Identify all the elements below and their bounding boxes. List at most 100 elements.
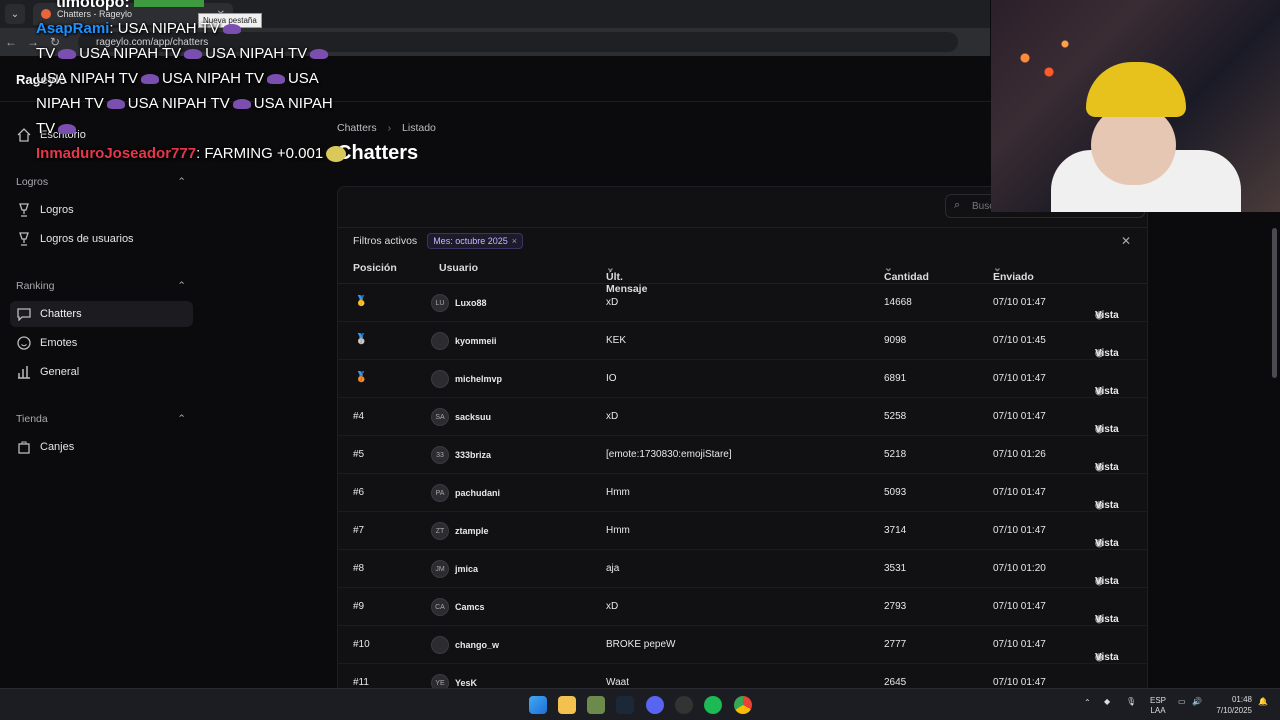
monitor-icon[interactable]: ▭ xyxy=(1178,697,1186,706)
row-quantity: 5258 xyxy=(884,411,907,422)
language-indicator[interactable]: ESP LAA xyxy=(1150,696,1166,716)
row-username[interactable]: ztample xyxy=(455,526,489,536)
clear-filters-icon[interactable]: ✕ xyxy=(1121,234,1131,248)
chat-line: AsapRami: USA NIPAH TV xyxy=(36,16,356,41)
microphone-icon[interactable]: 🎙 xyxy=(1126,697,1136,706)
view-label: Vista xyxy=(1095,348,1119,359)
sidebar-item-canjes[interactable]: Canjes xyxy=(10,434,193,460)
filter-chip-label: Mes: octubre 2025 xyxy=(433,235,508,246)
col-sent[interactable]: Enviado ⌄ xyxy=(993,262,1034,283)
table-row[interactable]: #6 PA pachudani Hmm 5093 07/10 01:47 ◉ Vista xyxy=(338,474,1147,512)
chat-emote xyxy=(133,0,204,7)
chat-username: AsapRami xyxy=(36,20,110,37)
row-username[interactable]: YesK xyxy=(455,678,477,688)
row-username[interactable]: Camcs xyxy=(455,602,485,612)
section-tienda[interactable]: Tienda ⌃ xyxy=(16,413,186,425)
chat-text: USA NIPAH TV xyxy=(127,95,230,112)
minecraft-icon[interactable] xyxy=(587,696,605,714)
clock[interactable]: 01:48 7/10/2025 xyxy=(1212,694,1252,716)
notifications-icon[interactable]: 🔔 xyxy=(1258,697,1268,706)
keyboard-layout: LAA xyxy=(1150,706,1166,715)
windows-start-icon[interactable] xyxy=(529,696,547,714)
avatar: 33 xyxy=(431,446,449,464)
row-quantity: 3714 xyxy=(884,525,907,536)
row-username[interactable]: jmica xyxy=(455,564,478,574)
row-username[interactable]: kyommeii xyxy=(455,336,497,346)
col-quantity[interactable]: Cantidad ⌄ xyxy=(884,262,929,283)
window-lights xyxy=(1001,30,1081,100)
file-explorer-icon[interactable] xyxy=(558,696,576,714)
table-row[interactable]: 🥈 kyommeii KEK 9098 07/10 01:45 ◉ Vista xyxy=(338,322,1147,360)
col-position[interactable]: Posición xyxy=(353,262,397,274)
chat-emote xyxy=(106,99,125,110)
chat-username: timotopo: xyxy=(56,0,130,11)
row-username[interactable]: 333briza xyxy=(455,450,491,460)
chrome-icon[interactable] xyxy=(734,696,752,714)
avatar xyxy=(431,332,449,350)
sidebar-item-general[interactable]: General xyxy=(10,359,193,385)
row-position: #8 xyxy=(353,563,365,574)
tab-search-button[interactable]: ⌄ xyxy=(5,4,25,24)
steam-icon[interactable] xyxy=(616,696,634,714)
row-username[interactable]: Luxo88 xyxy=(455,298,487,308)
obs-icon[interactable] xyxy=(675,696,693,714)
col-last-message[interactable]: Últ. Mensaje ⌄ xyxy=(606,262,647,295)
streamer-face xyxy=(1091,105,1176,185)
sidebar-item-chatters[interactable]: Chatters xyxy=(10,301,193,327)
filters-label: Filtros activos xyxy=(353,234,418,247)
sidebar-item-label: Logros xyxy=(40,204,74,216)
sidebar-item-logros-usuarios[interactable]: Logros de usuarios xyxy=(10,226,193,252)
row-quantity: 9098 xyxy=(884,335,907,346)
table-row[interactable]: #10 chango_w BROKE pepeW 2777 07/10 01:47 ◉ Vi… xyxy=(338,626,1147,664)
active-filters-bar: Filtros activos Mes: octubre 2025 × ✕ xyxy=(338,227,1147,253)
discord-icon[interactable] xyxy=(646,696,664,714)
col-user[interactable]: Usuario xyxy=(439,262,478,274)
row-quantity: 2793 xyxy=(884,601,907,612)
row-username[interactable]: sacksuu xyxy=(455,412,491,422)
filter-chip-month[interactable]: Mes: octubre 2025 × xyxy=(427,232,523,249)
table-row[interactable]: #7 ZT ztample Hmm 3714 07/10 01:47 ◉ Vista xyxy=(338,512,1147,550)
chat-emote xyxy=(58,124,77,135)
row-last-message: xD xyxy=(606,297,619,308)
sidebar-item-label: Canjes xyxy=(40,441,75,453)
windows-taskbar: ⌃ ◆ 🎙 ESP LAA ▭ 🔊 01:48 7/10/2025 🔔 xyxy=(0,688,1280,720)
row-sent: 07/10 01:20 xyxy=(993,563,1046,574)
row-last-message: BROKE pepeW xyxy=(606,639,676,650)
avatar: JM xyxy=(431,560,449,578)
row-username[interactable]: pachudani xyxy=(455,488,500,498)
chip-remove-icon[interactable]: × xyxy=(512,236,517,246)
chat-text: NIPAH TV xyxy=(36,95,104,112)
row-quantity: 2777 xyxy=(884,639,907,650)
row-username[interactable]: michelmvp xyxy=(455,374,502,384)
chevron-up-icon: ⌃ xyxy=(177,413,186,425)
sidebar-item-label: General xyxy=(40,366,80,378)
section-ranking[interactable]: Ranking ⌃ xyxy=(16,280,186,292)
page-scrollbar[interactable] xyxy=(1272,228,1277,378)
row-username[interactable]: chango_w xyxy=(455,640,499,650)
table-row[interactable]: #4 SA sacksuu xD 5258 07/10 01:47 ◉ Vista xyxy=(338,398,1147,436)
view-label: Vista xyxy=(1095,652,1119,663)
view-label: Vista xyxy=(1095,462,1119,473)
tray-app-icon[interactable]: ◆ xyxy=(1104,697,1110,706)
back-icon[interactable]: ← xyxy=(0,35,22,49)
volume-icon[interactable]: 🔊 xyxy=(1192,697,1202,706)
table-row[interactable]: #9 CA Camcs xD 2793 07/10 01:47 ◉ Vista xyxy=(338,588,1147,626)
chat-emote xyxy=(326,146,347,163)
row-quantity: 5218 xyxy=(884,449,907,460)
row-position: #7 xyxy=(353,525,365,536)
table-row[interactable]: #5 33 333briza [emote:1730830:emojiStare] 52… xyxy=(338,436,1147,474)
sidebar-item-logros[interactable]: Logros xyxy=(10,197,193,223)
sidebar-item-label: Logros de usuarios xyxy=(40,233,134,245)
section-logros[interactable]: Logros ⌃ xyxy=(16,176,186,188)
table-row[interactable]: #8 JM jmica aja 3531 07/10 01:20 ◉ Vista xyxy=(338,550,1147,588)
spotify-icon[interactable] xyxy=(704,696,722,714)
row-position: #11 xyxy=(353,677,369,688)
smiley-icon xyxy=(16,335,32,351)
table-row[interactable]: 🥇 LU Luxo88 xD 14668 07/10 01:47 ◉ Vista xyxy=(338,284,1147,322)
row-sent: 07/10 01:45 xyxy=(993,335,1046,346)
table-row[interactable]: 🥉 michelmvp IO 6891 07/10 01:47 ◉ Vista xyxy=(338,360,1147,398)
row-sent: 07/10 01:47 xyxy=(993,487,1046,498)
sidebar-item-emotes[interactable]: Emotes xyxy=(10,330,193,356)
chat-overlay: AsapRami: USA NIPAH TV TV USA NIPAH TV USA… xyxy=(36,16,356,166)
tray-chevron-up-icon[interactable]: ⌃ xyxy=(1084,698,1091,707)
